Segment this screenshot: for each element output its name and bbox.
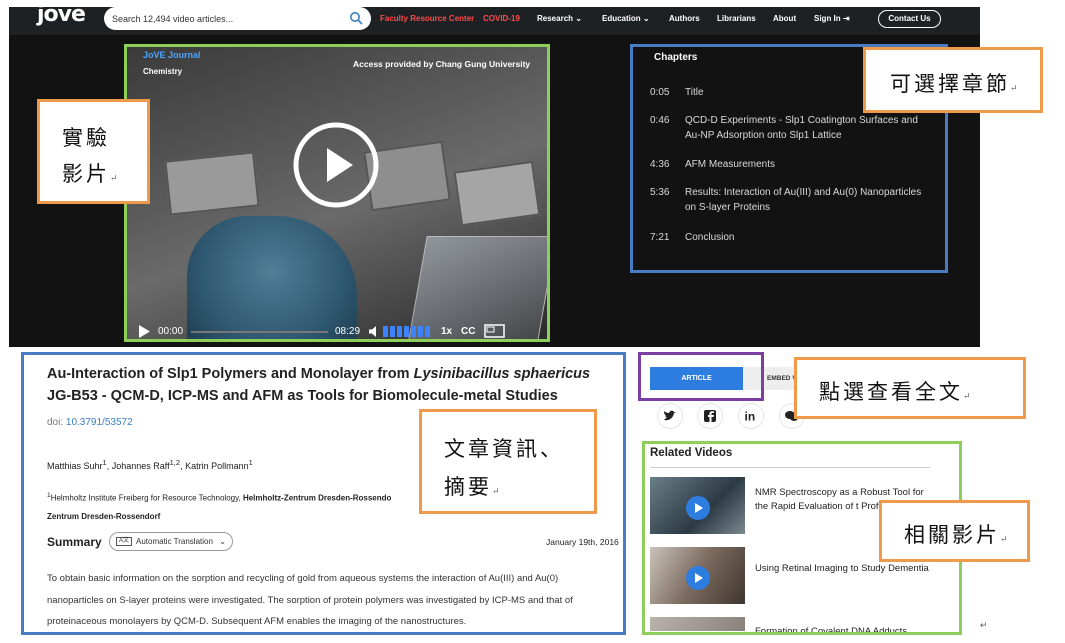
sign-in-label: Sign In [814,14,841,23]
nav-research[interactable]: Research ⌄ [537,14,582,23]
chevron-down-icon: ⌄ [575,14,582,23]
nav-about[interactable]: About [773,14,796,23]
nav-covid-19[interactable]: COVID-19 [483,14,520,23]
paragraph-mark: ↵ [1010,84,1018,94]
contact-us-button[interactable]: Contact Us [878,10,941,28]
twitter-icon[interactable] [657,403,683,429]
nav-education[interactable]: Education ⌄ [602,14,650,23]
note-view-fulltext: 點選查看全文↵ [794,357,1026,419]
nav-research-label: Research [537,14,574,23]
logo-text: jove [37,2,86,27]
tab-embed-video[interactable]: EMBED V [767,375,797,382]
nav-faculty-resource-center[interactable]: Faculty Resource Center [380,14,474,23]
search-box[interactable] [104,7,371,30]
note-chapters: 可選擇章節↵ [863,47,1043,113]
svg-text:in: in [745,410,756,424]
paragraph-mark: ↵ [963,392,971,402]
note-text: 可選擇章節 [890,72,1010,96]
note-text: 影片 [62,162,110,186]
chevron-down-icon: ⌄ [642,14,650,23]
video-highlight-frame [124,44,550,342]
nav-authors[interactable]: Authors [669,14,700,23]
note-text: 文章資訊、 [444,437,564,461]
article-tab-highlight-frame [638,352,764,401]
nav-education-label: Education [602,14,641,23]
sign-in-icon: ⇥ [842,14,850,23]
jove-logo[interactable]: jove [37,2,86,27]
facebook-icon[interactable] [697,403,723,429]
note-text: 摘要 [444,475,492,499]
nav-sign-in[interactable]: Sign In ⇥ [814,14,850,23]
note-related-videos: 相關影片↵ [879,500,1030,562]
note-text: 相關影片 [904,523,1000,547]
note-text: 實驗 [62,126,110,150]
nav-librarians[interactable]: Librarians [717,14,756,23]
paragraph-mark: ↵ [492,487,500,497]
note-text: 點選查看全文 [819,380,963,404]
paragraph-mark: ↵ [980,620,988,630]
search-icon[interactable] [349,11,363,25]
linkedin-icon[interactable]: in [738,403,764,429]
paragraph-mark: ↵ [110,174,118,184]
note-experiment-video: 實驗影片↵ [37,99,150,204]
note-article-info: 文章資訊、摘要↵ [419,409,597,514]
paragraph-mark: ↵ [1000,535,1008,545]
search-input[interactable] [112,10,342,27]
